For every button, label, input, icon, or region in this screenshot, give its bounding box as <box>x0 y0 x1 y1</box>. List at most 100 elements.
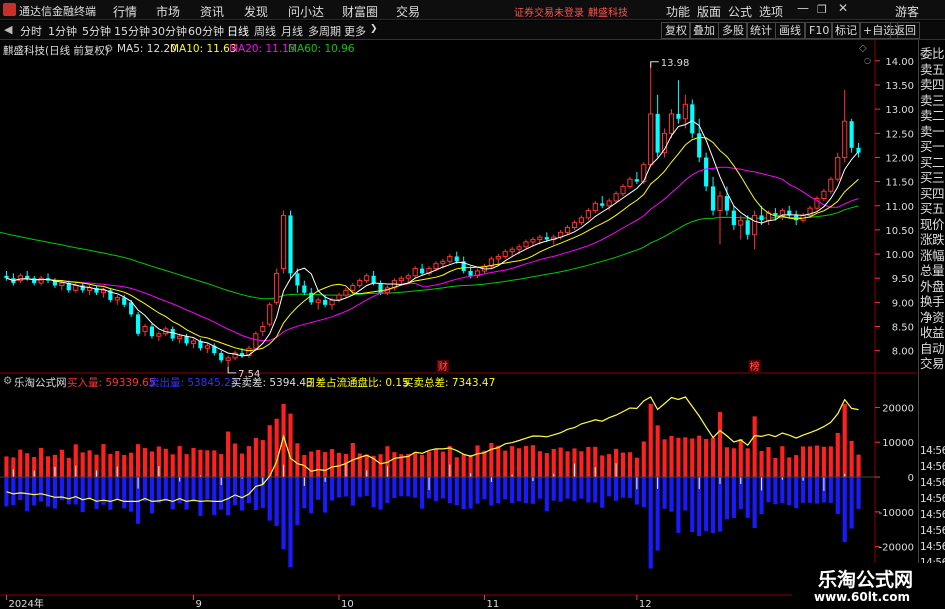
buy-volume-bar <box>801 446 806 478</box>
sell-volume-bar <box>503 477 508 500</box>
buy-volume-bar <box>392 452 397 478</box>
minimize-icon[interactable]: — <box>797 1 809 15</box>
candle-body-down <box>323 299 328 305</box>
period-more[interactable]: 更多 <box>344 23 366 39</box>
candle-body-up <box>682 103 688 120</box>
side-panel-item[interactable]: 卖四 <box>920 77 945 92</box>
side-panel-item[interactable]: 委比 <box>920 46 945 61</box>
candle-body-down <box>634 179 639 182</box>
candle-body-up <box>578 217 585 224</box>
side-panel-item[interactable]: 买五 <box>920 201 945 216</box>
settings-icon[interactable]: ⚙ <box>104 43 113 55</box>
sell-volume-bar <box>385 477 390 503</box>
sell-volume-bar <box>87 477 92 500</box>
candle-body-down <box>704 157 709 187</box>
period-multi[interactable]: 多周期 <box>308 23 341 39</box>
period-5min[interactable]: 5分钟 <box>82 23 111 39</box>
sell-volume-bar <box>482 477 487 500</box>
side-panel-item[interactable]: 卖三 <box>920 93 945 108</box>
period-1min[interactable]: 1分钟 <box>48 23 77 39</box>
axis-labels: 14.00 13.50 13.00 12.50 12.00 11.50 11.00 10.50… <box>5 57 914 609</box>
side-panel-item[interactable]: 卖一 <box>920 124 945 139</box>
more-arrow-icon[interactable]: ❯ <box>370 24 378 34</box>
huaxian-button[interactable]: 画线 <box>775 22 805 39</box>
duogu-button[interactable]: 多股 <box>718 22 748 39</box>
time-tick-label: 10 <box>341 599 354 609</box>
period-60min[interactable]: 60分钟 <box>188 23 224 39</box>
side-panel-item[interactable]: 外盘 <box>920 279 945 294</box>
side-panel-item[interactable]: 总量 <box>920 263 945 278</box>
candle-body-up <box>738 219 744 226</box>
candle-body-up <box>350 284 356 291</box>
diejia-button[interactable]: 叠加 <box>689 22 719 39</box>
buy-volume-bar <box>683 437 688 478</box>
menu-gongneng[interactable]: 功能 <box>666 3 690 20</box>
side-panel-item[interactable]: 卖二 <box>920 108 945 123</box>
menu-wenxiaoda[interactable]: 问小达 <box>288 3 324 20</box>
side-panel-item[interactable]: 涨幅 <box>920 248 945 263</box>
side-panel-item[interactable]: 买一 <box>920 139 945 154</box>
sell-volume-bar <box>517 477 522 502</box>
menu-gongshi[interactable]: 公式 <box>728 3 752 20</box>
candle-body-down <box>32 278 37 284</box>
menu-jiaoyi[interactable]: 交易 <box>396 3 420 20</box>
indicator-settings-icon[interactable]: ⚙ <box>3 375 12 387</box>
menu-banmian[interactable]: 版面 <box>697 3 721 20</box>
stock-chart[interactable]: ◇○ 13.987.54财榜涨 14.0013.5013.0012.5012.0… <box>0 40 945 609</box>
menu-zixun[interactable]: 资讯 <box>200 3 224 20</box>
menu-xuanxiang[interactable]: 选项 <box>759 3 783 20</box>
buy-volume-bar <box>25 453 30 478</box>
menu-caifuquan[interactable]: 财富圈 <box>342 3 378 20</box>
indicator-name[interactable]: 乐淘公式网 <box>14 375 67 390</box>
side-panel-item[interactable]: 涨跌 <box>920 232 945 247</box>
guest-label[interactable]: 游客 <box>895 3 919 20</box>
biaoji-button[interactable]: 标记 <box>831 22 861 39</box>
side-panel-item[interactable]: 买四 <box>920 186 945 201</box>
site-watermark: 乐淘公式网 www.60lt.com <box>792 563 945 609</box>
buy-volume-bar <box>697 435 702 478</box>
side-panel-item[interactable]: 买二 <box>920 155 945 170</box>
candle-body-down <box>371 275 376 284</box>
price-tick-label: 12.00 <box>885 153 914 164</box>
side-panel-item[interactable]: 交易 <box>920 356 945 371</box>
price-tick-label: 13.00 <box>885 105 914 116</box>
side-panel-item[interactable]: 卖五 <box>920 62 945 77</box>
f10-button[interactable]: F10 <box>805 22 834 39</box>
price-annotations: 13.987.54财榜涨 <box>227 58 761 380</box>
buy-volume-bar <box>267 425 272 478</box>
side-panel-item[interactable]: 净资 <box>920 310 945 325</box>
back-button[interactable]: 返回 <box>890 22 920 39</box>
fuquan-button[interactable]: 复权 <box>661 22 691 39</box>
login-status[interactable]: 证券交易未登录 <box>514 4 584 19</box>
buy-volume-bar <box>18 449 23 478</box>
buy-volume-bar <box>108 453 113 478</box>
period-15min[interactable]: 15分钟 <box>114 23 150 39</box>
menu-hangqing[interactable]: 行情 <box>113 3 137 20</box>
candle-body-up <box>495 255 501 260</box>
period-fenshi[interactable]: 分时 <box>20 23 42 39</box>
side-panel-item[interactable]: 收益 <box>920 325 945 340</box>
candle-body-down <box>690 104 695 134</box>
time-tick-label: 11 <box>486 599 499 609</box>
candle-body-down <box>420 268 425 274</box>
period-daily[interactable]: 日线 <box>227 23 249 39</box>
candlesticks[interactable] <box>4 61 861 373</box>
side-panel-item[interactable]: 自动 <box>920 341 945 356</box>
sell-volume-bar <box>551 477 556 501</box>
period-monthly[interactable]: 月线 <box>281 23 303 39</box>
restore-window-icon[interactable]: ❐ <box>817 3 827 16</box>
menu-faxian[interactable]: 发现 <box>244 3 268 20</box>
period-weekly[interactable]: 周线 <box>254 23 276 39</box>
period-30min[interactable]: 30分钟 <box>151 23 187 39</box>
stock-title[interactable]: 麒盛科技(日线 前复权) <box>3 43 109 58</box>
side-panel-item[interactable]: 换手 <box>920 294 945 309</box>
ma60-value: MA60: 10.96 <box>288 43 355 55</box>
tongji-button[interactable]: 统计 <box>746 22 776 39</box>
left-arrow-icon[interactable]: ◀ <box>4 23 12 36</box>
side-panel-item[interactable]: 买三 <box>920 170 945 185</box>
side-panel-item[interactable]: 现价 <box>920 217 945 232</box>
candle-body-up <box>329 299 335 306</box>
menu-shichang[interactable]: 市场 <box>156 3 180 20</box>
price-tick-label: 11.00 <box>885 202 914 213</box>
close-window-icon[interactable]: ✕ <box>838 1 848 15</box>
